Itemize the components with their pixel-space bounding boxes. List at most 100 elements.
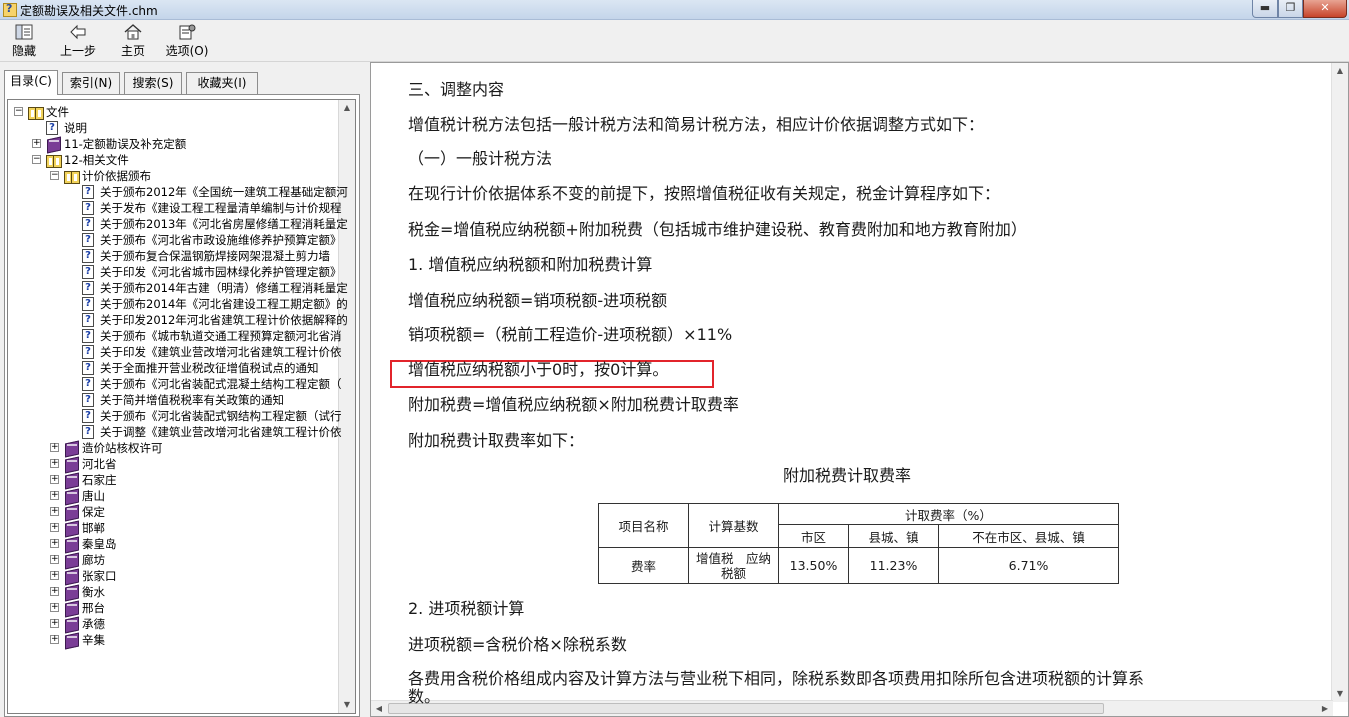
hide-button[interactable]: 隐藏 [8,24,40,59]
expand-plus-icon[interactable]: + [50,587,59,596]
tree-item[interactable]: + 造价站核权许可 [8,440,338,456]
expand-plus-icon[interactable]: + [50,459,59,468]
tree-item[interactable]: ? 说明 [8,120,338,136]
closed-book-icon [64,601,80,615]
expand-plus-icon[interactable]: + [50,539,59,548]
maximize-button[interactable]: ❐ [1278,0,1303,18]
tree-item[interactable]: − 文件 [8,104,338,120]
help-page-icon: ? [82,265,94,279]
help-page-icon: ? [82,217,94,231]
tree-item[interactable]: ? 关于印发《河北省城市园林绿化养护管理定额》 [8,264,342,280]
expand-plus-icon[interactable]: + [50,571,59,580]
tree-item[interactable]: − 12-相关文件 [8,152,338,168]
horizontal-scroll-thumb[interactable] [388,703,1104,714]
closed-book-icon [64,457,80,471]
tree-item-label: 说明 [64,121,87,135]
collapse-minus-icon[interactable]: − [32,155,41,164]
help-page-icon: ? [82,361,94,375]
tree-item[interactable]: − 计价依据颁布 [8,168,338,184]
window-controls: ▬ ❐ ✕ [1252,0,1347,18]
expand-plus-icon[interactable]: + [50,475,59,484]
tree-item[interactable]: ? 关于颁布2013年《河北省房屋修缮工程消耗量定 [8,216,348,232]
help-page-icon: ? [82,281,94,295]
tree-item[interactable]: ? 关于颁布《河北省装配式钢结构工程定额（试行 [8,408,342,424]
tree-item-label: 关于印发《建筑业营改增河北省建筑工程计价依 [100,345,342,359]
tree-item-label: 河北省 [82,457,117,471]
scroll-up-arrow-icon[interactable]: ▲ [1332,63,1348,79]
expand-plus-icon[interactable]: + [32,139,41,148]
scroll-left-arrow-icon[interactable]: ◀ [371,701,387,716]
tree-item[interactable]: + 保定 [8,504,338,520]
help-page-icon: ? [82,409,94,423]
collapse-minus-icon[interactable]: − [50,171,59,180]
row-name: 费率 [598,547,689,584]
tree-item[interactable]: + 河北省 [8,456,338,472]
tree-item[interactable]: ? 关于印发2012年河北省建筑工程计价依据解释的 [8,312,348,328]
options-button[interactable]: 选项(O) [164,24,210,59]
tree-item[interactable]: ? 关于颁布2014年《河北省建设工程工期定额》的 [8,296,348,312]
tree-item[interactable]: ? 关于颁布2014年古建（明清）修缮工程消耗量定 [8,280,348,296]
closed-book-icon [64,489,80,503]
tree-item[interactable]: + 石家庄 [8,472,338,488]
expand-plus-icon[interactable]: + [50,619,59,628]
scroll-right-arrow-icon[interactable]: ▶ [1317,701,1333,716]
open-book-icon [28,105,44,120]
expand-plus-icon[interactable]: + [50,523,59,532]
scroll-down-arrow-icon[interactable]: ▼ [1332,686,1348,702]
content-vertical-scrollbar[interactable]: ▲ ▼ [1331,63,1348,702]
tree-item[interactable]: ? 关于颁布《城市轨道交通工程预算定额河北省消 [8,328,342,344]
tree-item[interactable]: + 衡水 [8,584,338,600]
close-button[interactable]: ✕ [1303,0,1347,18]
tree-item-label: 保定 [82,505,105,519]
pane-splitter[interactable] [360,62,370,717]
tab-search[interactable]: 搜索(S) [124,72,182,94]
tree-item-label: 关于颁布2014年《河北省建设工程工期定额》的 [100,297,348,311]
tree-item[interactable]: + 廊坊 [8,552,338,568]
scroll-down-arrow-icon[interactable]: ▼ [339,697,355,713]
closed-book-icon [64,633,80,647]
contents-tree[interactable]: ▲ ▼ − 文件? 说明 +11-定额勘误及补充定额 −12-相关文件 − 计价依据颁布? 关… [7,99,356,714]
expand-plus-icon[interactable]: + [50,555,59,564]
tree-item[interactable]: + 承德 [8,616,338,632]
tree-item[interactable]: + 邢台 [8,600,338,616]
scroll-up-arrow-icon[interactable]: ▲ [339,100,355,116]
expand-plus-icon[interactable]: + [50,507,59,516]
tree-item[interactable]: + 唐山 [8,488,338,504]
closed-book-icon [64,441,80,455]
content-horizontal-scrollbar[interactable]: ◀ ▶ [371,700,1333,716]
tree-item[interactable]: ? 关于颁布《河北省市政设施维修养护预算定额》 [8,232,342,248]
tree-item-label: 12-相关文件 [64,153,129,167]
tree-item[interactable]: + 邯郸 [8,520,338,536]
tree-item[interactable]: ? 关于简并增值税税率有关政策的通知 [8,392,338,408]
minimize-button[interactable]: ▬ [1252,0,1278,18]
tree-item[interactable]: ? 关于调整《建筑业营改增河北省建筑工程计价依 [8,424,342,440]
back-button[interactable]: 上一步 [58,24,98,59]
tree-item-label: 计价依据颁布 [82,169,151,183]
collapse-minus-icon[interactable]: − [14,107,23,116]
expand-plus-icon[interactable]: + [50,603,59,612]
help-page-icon: ? [82,329,94,343]
tree-item[interactable]: ? 关于发布《建设工程工程量清单编制与计价规程 [8,200,342,216]
tab-favorites[interactable]: 收藏夹(I) [186,72,258,94]
tree-item[interactable]: + 张家口 [8,568,338,584]
content-line: 2. 进项税额计算 [408,599,525,618]
tree-item-label: 关于发布《建设工程工程量清单编制与计价规程 [100,201,342,215]
back-arrow-icon [69,24,87,40]
home-button[interactable]: 主页 [118,24,148,59]
tree-item-label: 唐山 [82,489,105,503]
expand-plus-icon[interactable]: + [50,491,59,500]
tree-item[interactable]: ? 关于颁布2012年《全国统一建筑工程基础定额河 [8,184,348,200]
tree-item[interactable]: + 辛集 [8,632,338,648]
tree-item[interactable]: ? 关于颁布复合保温钢筋焊接网架混凝土剪力墙 [8,248,338,264]
tree-item[interactable]: +11-定额勘误及补充定额 [8,136,338,152]
tab-contents[interactable]: 目录(C) [4,70,58,95]
closed-book-icon [64,505,80,519]
tree-item[interactable]: + 秦皇岛 [8,536,338,552]
tree-item[interactable]: ? 关于全面推开营业税改征增值税试点的通知 [8,360,338,376]
tree-item[interactable]: ? 关于颁布《河北省装配式混凝土结构工程定额（ [8,376,342,392]
expand-plus-icon[interactable]: + [50,635,59,644]
tree-item[interactable]: ? 关于印发《建筑业营改增河北省建筑工程计价依 [8,344,342,360]
tree-item-label: 关于全面推开营业税改征增值税试点的通知 [100,361,319,375]
expand-plus-icon[interactable]: + [50,443,59,452]
tab-index[interactable]: 索引(N) [62,72,120,94]
